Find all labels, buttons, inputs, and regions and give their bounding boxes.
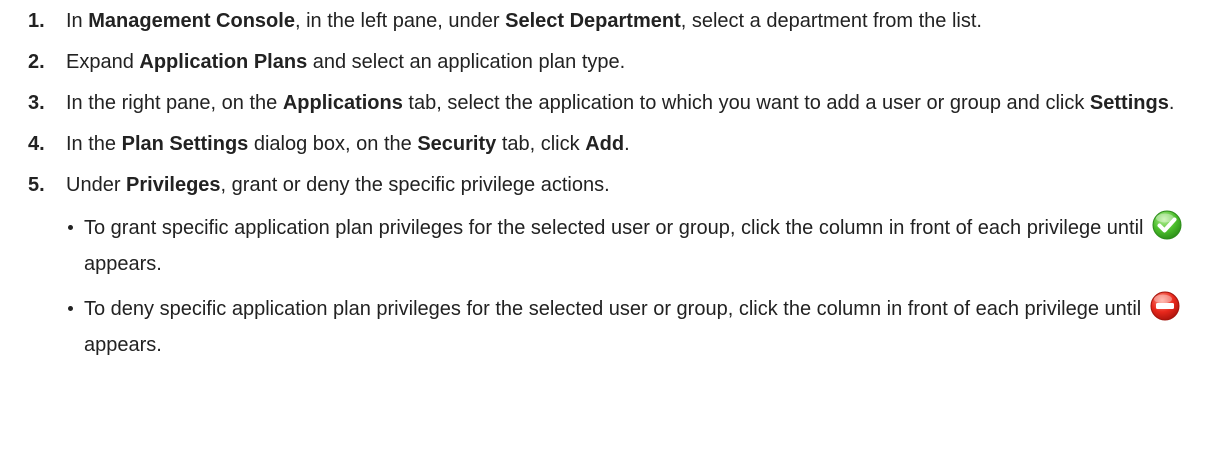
step-1: 1. In Management Console, in the left pa… xyxy=(28,6,1191,37)
step-number: 3. xyxy=(28,92,45,114)
step-text: , in the left pane, under xyxy=(294,10,506,32)
ui-term-security: Security xyxy=(417,133,497,155)
ui-term-settings: Settings xyxy=(1089,92,1169,114)
step-text: In the xyxy=(66,133,122,155)
procedure-steps: 1. In Management Console, in the left pa… xyxy=(28,6,1191,363)
bullet-text: To grant specific application plan privi… xyxy=(84,217,1144,239)
step-5: 5. Under Privileges, grant or deny the s… xyxy=(28,170,1191,363)
bullet-text: appears. xyxy=(84,334,162,356)
step-2: 2. Expand Application Plans and select a… xyxy=(28,47,1191,78)
ui-term-select-department: Select Department xyxy=(505,10,681,32)
step-number: 1. xyxy=(28,10,45,32)
document-body: 1. In Management Console, in the left pa… xyxy=(0,0,1211,363)
ui-term-management-console: Management Console xyxy=(88,10,295,32)
step-number: 5. xyxy=(28,174,45,196)
bullet-dot xyxy=(68,225,73,230)
ui-term-privileges: Privileges xyxy=(126,174,221,196)
ui-term-add: Add xyxy=(585,133,625,155)
step-4: 4. In the Plan Settings dialog box, on t… xyxy=(28,129,1191,160)
step-text: In the right pane, on the xyxy=(66,92,283,114)
ui-term-applications: Applications xyxy=(282,92,403,114)
bullet-grant: To grant specific application plan privi… xyxy=(66,209,1191,282)
ui-term-application-plans: Application Plans xyxy=(139,51,308,73)
step-3: 3. In the right pane, on the Application… xyxy=(28,88,1191,119)
step-text: tab, select the application to which you… xyxy=(402,92,1090,114)
step-text: Under xyxy=(66,174,127,196)
step-text: Expand xyxy=(66,51,140,73)
step-text: tab, click xyxy=(496,133,586,155)
step-text: , select a department from the list. xyxy=(680,10,982,32)
step-text: dialog box, on the xyxy=(248,133,418,155)
privilege-bullets: To grant specific application plan privi… xyxy=(66,209,1191,363)
ui-term-plan-settings: Plan Settings xyxy=(121,133,249,155)
bullet-dot xyxy=(68,306,73,311)
step-number: 4. xyxy=(28,133,45,155)
step-text: . xyxy=(1168,92,1175,114)
step-text: . xyxy=(624,133,630,155)
step-text: , grant or deny the specific privilege a… xyxy=(220,174,610,196)
red-deny-icon xyxy=(1149,290,1181,322)
bullet-deny: To deny specific application plan privil… xyxy=(66,290,1191,363)
bullet-text: appears. xyxy=(84,253,162,275)
green-check-icon xyxy=(1151,209,1183,241)
bullet-text: To deny specific application plan privil… xyxy=(84,298,1142,320)
step-text: In xyxy=(66,10,89,32)
step-text: and select an application plan type. xyxy=(307,51,626,73)
step-number: 2. xyxy=(28,51,45,73)
